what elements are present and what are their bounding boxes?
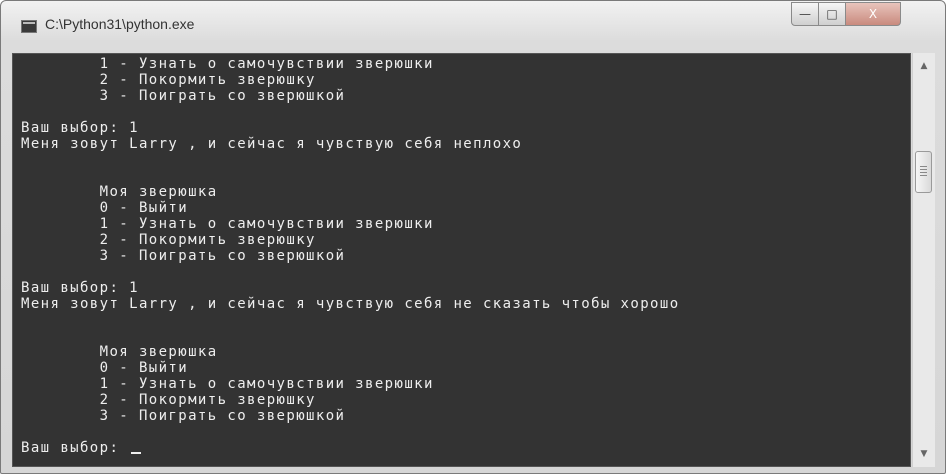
- console-line: 3 - Поиграть со зверюшкой: [21, 248, 346, 264]
- console-line: Ваш выбор: 1: [21, 120, 139, 136]
- scrollbar-thumb[interactable]: [915, 151, 932, 193]
- console-line: 3 - Поиграть со зверюшкой: [21, 88, 346, 104]
- minimize-button[interactable]: —: [791, 2, 819, 26]
- console-output[interactable]: 1 - Узнать о самочувствии зверюшки 2 - П…: [12, 53, 911, 467]
- console-line: Моя зверюшка: [21, 184, 218, 200]
- text-cursor: [131, 452, 142, 454]
- window-title: C:\Python31\python.exe: [45, 16, 195, 32]
- chevron-up-icon: ▲: [920, 61, 928, 71]
- maximize-button[interactable]: □: [818, 2, 846, 26]
- close-button[interactable]: X: [845, 2, 901, 26]
- console-prompt: Ваш выбор:: [21, 440, 130, 456]
- console-line: Меня зовут Larry , и сейчас я чувствую с…: [21, 296, 680, 312]
- console-prompt-line[interactable]: Ваш выбор:: [21, 440, 142, 456]
- chevron-down-icon: ▼: [920, 449, 928, 459]
- scroll-up-button[interactable]: ▲: [913, 57, 935, 75]
- console-line: 2 - Покормить зверюшку: [21, 72, 316, 88]
- grip-icon: [920, 166, 927, 178]
- console-line: 1 - Узнать о самочувствии зверюшки: [21, 376, 434, 392]
- console-line: 1 - Узнать о самочувствии зверюшки: [21, 216, 434, 232]
- console-line: 0 - Выйти: [21, 200, 189, 216]
- console-line: 3 - Поиграть со зверюшкой: [21, 408, 346, 424]
- vertical-scrollbar[interactable]: ▲ ▼: [912, 53, 935, 467]
- close-icon: X: [868, 7, 878, 21]
- minimize-icon: —: [799, 7, 811, 21]
- console-line: 2 - Покормить зверюшку: [21, 392, 316, 408]
- console-line: 2 - Покормить зверюшку: [21, 232, 316, 248]
- title-bar[interactable]: C:\Python31\python.exe — □ X: [1, 1, 945, 51]
- console-line: 1 - Узнать о самочувствии зверюшки: [21, 56, 434, 72]
- console-window: C:\Python31\python.exe — □ X 1 - Узнать …: [0, 0, 946, 474]
- maximize-icon: □: [826, 7, 838, 21]
- console-line: 0 - Выйти: [21, 360, 189, 376]
- console-line: Моя зверюшка: [21, 344, 218, 360]
- console-line: Ваш выбор: 1: [21, 280, 139, 296]
- console-app-icon[interactable]: [21, 20, 37, 33]
- console-line: Меня зовут Larry , и сейчас я чувствую с…: [21, 136, 523, 152]
- scroll-down-button[interactable]: ▼: [913, 445, 935, 463]
